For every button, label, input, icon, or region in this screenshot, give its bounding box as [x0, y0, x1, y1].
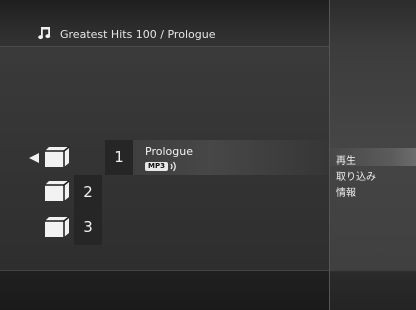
bottom-bar [0, 270, 329, 310]
selection-arrow-icon [29, 153, 39, 163]
track-number[interactable]: 3 [74, 210, 102, 245]
track-number[interactable]: 2 [74, 175, 102, 210]
options-menu-panel: 再生 取り込み 情報 [329, 0, 416, 310]
media-player-screen: Greatest Hits 100 / Prologue 再生 取り込み 情報 … [0, 0, 416, 310]
header-bar: Greatest Hits 100 / Prologue [0, 0, 329, 47]
disc-cube-icon [45, 216, 70, 237]
menu-item-play[interactable]: 再生 [336, 152, 356, 167]
menu-item-import[interactable]: 取り込み [336, 168, 376, 183]
sound-wave-icon [170, 161, 176, 172]
disc-cube-icon [45, 180, 70, 201]
track-number[interactable]: 1 [105, 140, 133, 175]
menu-item-info[interactable]: 情報 [336, 184, 356, 199]
track-name[interactable]: Prologue [145, 145, 193, 158]
music-note-icon [38, 27, 51, 40]
breadcrumb-title: Greatest Hits 100 / Prologue [60, 28, 216, 41]
mp3-format-badge: MP3 [145, 162, 168, 171]
disc-cube-icon [45, 146, 70, 167]
